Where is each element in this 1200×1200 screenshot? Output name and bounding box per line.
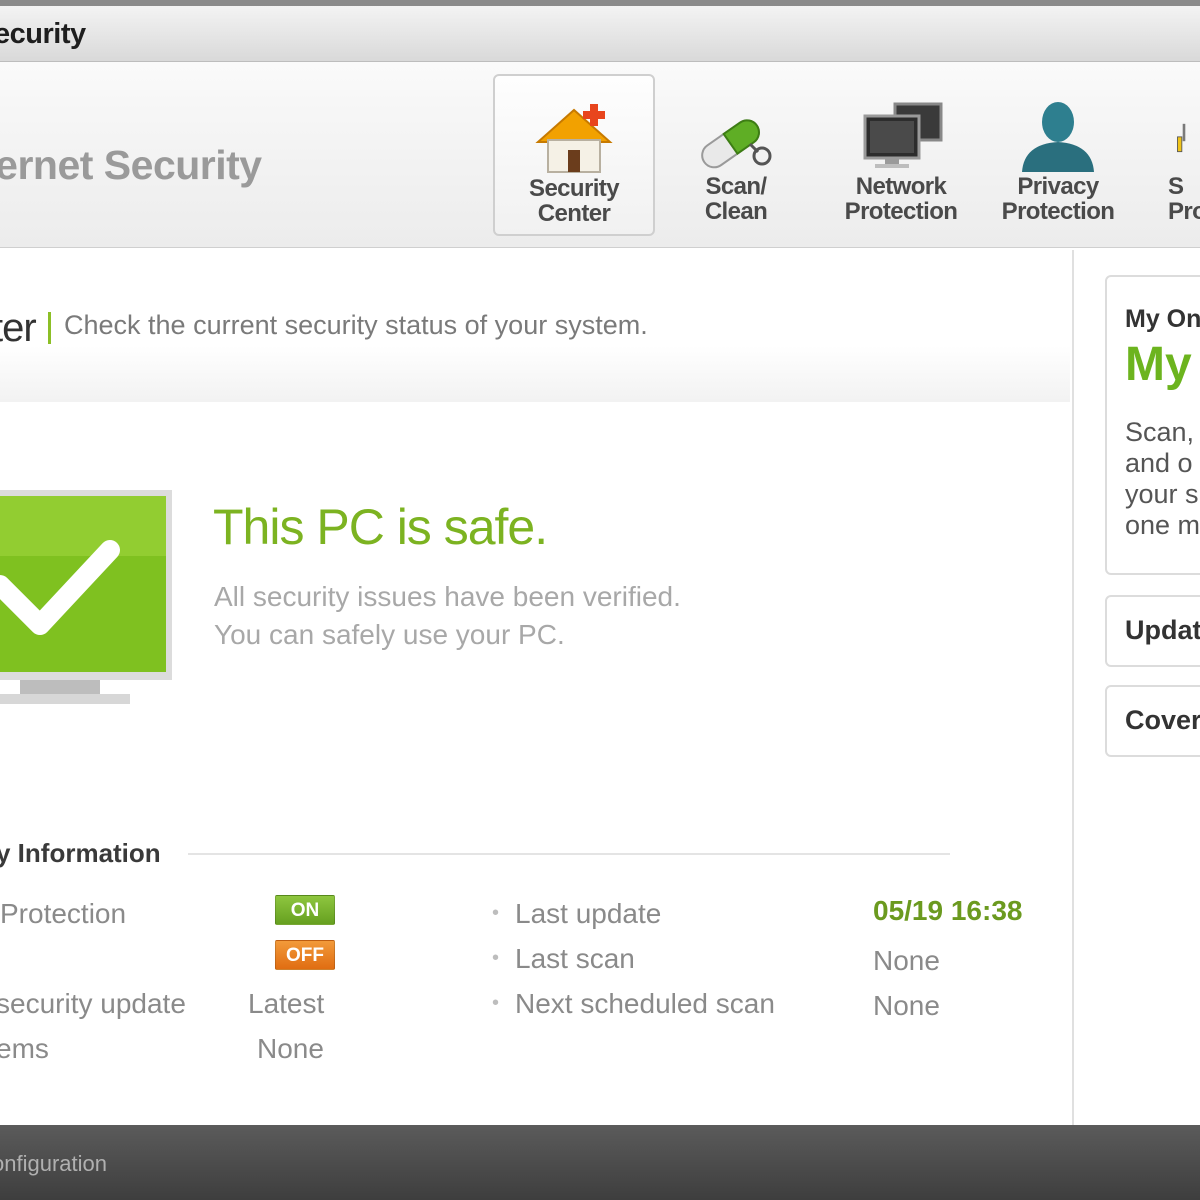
info-label-last-update: Last update [515,898,662,929]
card-text: Scan, and o your s one m [1125,417,1200,540]
tools-icon [1177,123,1186,153]
header-toolbar: ternet Security Security Center Scan/ Cl… [0,62,1200,248]
section-description: Check the current security status of you… [64,310,648,340]
info-value-items: None [257,1033,324,1064]
nav-label: S [1168,173,1184,200]
status-line-2: You can safely use your PC. [214,619,565,650]
nav-label: Center [537,200,611,227]
nav-label: Pro [1168,198,1200,225]
list-bullet: • [492,992,500,1014]
title-separator [48,312,51,344]
monitor-checkmark-icon [0,490,172,704]
status-subtitle: All security issues have been verified. … [214,578,681,654]
title-bar: ecurity [0,0,1200,62]
info-label-protection: Protection [0,898,127,929]
user-silhouette-icon [1022,102,1094,172]
info-value-security-update: Latest [248,988,325,1019]
info-label-last-scan: Last scan [515,943,635,974]
right-panel: My On My ( Scan, and o your s one m Upda… [1074,250,1200,1125]
nav-label: Security [529,175,620,202]
main-panel: ter Check the current security status of… [0,250,1072,1125]
card-title: My ( [1125,338,1200,391]
product-name: ternet Security [0,142,262,188]
nav-network-protection[interactable]: Network Protection [820,74,982,236]
info-value-last-update: 05/19 16:38 [873,895,1023,926]
info-value-last-scan: None [873,945,940,976]
info-label-security-update: security update [0,988,186,1019]
window-title: ecurity [0,18,86,50]
footer-bar: onfiguration [0,1125,1200,1200]
app-window: ecurity ternet Security Security Center [0,0,1200,1200]
my-online-card[interactable]: My On My ( Scan, and o your s one m [1105,275,1200,575]
info-value-next-scan: None [873,990,940,1021]
nav-label: Clean [704,198,768,225]
pill-scan-icon [701,119,772,169]
nav-label: Protection [1001,198,1115,225]
status-badge-on[interactable]: ON [275,895,335,925]
nav-privacy-protection[interactable]: Privacy Protection [977,74,1139,236]
info-label-next-scan[interactable]: Next scheduled scan [515,988,775,1020]
info-divider [188,853,950,855]
list-bullet: • [492,947,500,969]
status-line-1: All security issues have been verified. [214,581,681,612]
nav-system-protection[interactable]: S Pro [1134,74,1200,236]
info-label-items: ems [0,1033,49,1064]
nav-label: Protection [844,198,958,225]
nav-scan-clean[interactable]: Scan/ Clean [655,74,817,236]
configuration-link[interactable]: onfiguration [0,1151,107,1177]
info-section-title: y Information [0,838,161,868]
house-icon [535,104,613,173]
nav-label: Network [855,173,947,200]
cover-button-label: Cover [1125,705,1200,735]
nav-label: Privacy [1017,173,1099,200]
update-button-label: Updat [1125,615,1200,645]
status-badge-off[interactable]: OFF [275,940,335,970]
card-heading: My On [1125,305,1200,333]
list-bullet: • [492,902,500,924]
nav-security-center[interactable]: Security Center [493,74,655,236]
section-title: ter [0,306,37,350]
network-monitors-icon [863,102,943,168]
cover-button[interactable]: Cover [1105,685,1200,757]
section-header: ter Check the current security status of… [0,290,1070,402]
update-button[interactable]: Updat [1105,595,1200,667]
status-title: This PC is safe. [213,499,548,555]
nav-label: Scan/ [705,173,767,200]
